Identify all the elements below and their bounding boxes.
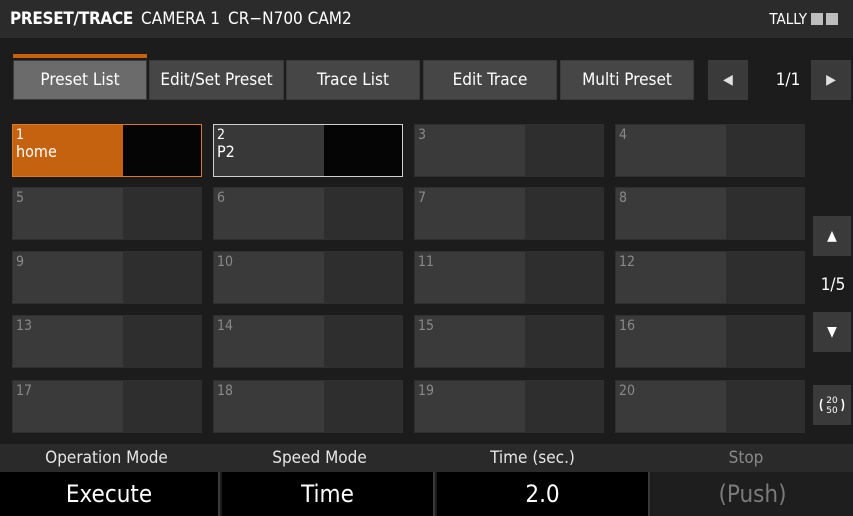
operation-mode-label: Operation Mode bbox=[45, 448, 168, 468]
preset-thumbnail bbox=[525, 188, 603, 239]
operation-mode-button[interactable]: Execute bbox=[0, 472, 220, 516]
preset-number: 19 bbox=[418, 383, 435, 399]
preset-number: 9 bbox=[16, 254, 25, 270]
preset-cell[interactable]: 1 home bbox=[12, 124, 202, 177]
mode-title: PRESET/TRACE bbox=[10, 9, 134, 29]
toggle-bottom-value: 50 bbox=[826, 406, 838, 416]
preset-thumbnail bbox=[324, 252, 402, 303]
speed-mode-label: Speed Mode bbox=[272, 448, 367, 468]
tab-edit-trace[interactable]: Edit Trace bbox=[423, 60, 557, 100]
preset-thumbnail bbox=[726, 381, 804, 432]
preset-name: P2 bbox=[217, 142, 235, 161]
scroll-up-button[interactable]: ▲ bbox=[813, 216, 851, 256]
preset-cell[interactable]: 19 bbox=[414, 380, 604, 433]
preset-cell[interactable]: 13 bbox=[12, 315, 202, 368]
grid-size-toggle-button[interactable]: 20 50 bbox=[813, 385, 851, 425]
preset-cell[interactable]: 4 bbox=[615, 124, 805, 177]
preset-thumbnail bbox=[123, 316, 201, 367]
tab-bar: Preset List Edit/Set Preset Trace List E… bbox=[0, 48, 853, 104]
preset-number: 20 bbox=[619, 383, 636, 399]
preset-cell[interactable]: 17 bbox=[12, 380, 202, 433]
preset-cell[interactable]: 3 bbox=[414, 124, 604, 177]
preset-thumbnail bbox=[726, 188, 804, 239]
tally-label: TALLY bbox=[769, 10, 807, 28]
preset-number: 8 bbox=[619, 190, 628, 206]
stop-button[interactable]: (Push) bbox=[652, 472, 853, 516]
preset-thumbnail bbox=[123, 188, 201, 239]
preset-number: 7 bbox=[418, 190, 427, 206]
preset-thumbnail bbox=[324, 125, 402, 176]
preset-thumbnail bbox=[123, 252, 201, 303]
time-button[interactable]: 2.0 bbox=[437, 472, 650, 516]
preset-number: 10 bbox=[217, 254, 234, 270]
preset-thumbnail bbox=[324, 188, 402, 239]
preset-number: 18 bbox=[217, 383, 234, 399]
preset-thumbnail bbox=[726, 252, 804, 303]
preset-thumbnail bbox=[525, 381, 603, 432]
left-arrow-icon: ◀ bbox=[723, 72, 733, 88]
preset-number: 14 bbox=[217, 318, 234, 334]
preset-number: 13 bbox=[16, 318, 33, 334]
tally-indicator-1 bbox=[811, 13, 823, 25]
preset-thumbnail bbox=[324, 381, 402, 432]
time-label: Time (sec.) bbox=[490, 448, 575, 468]
preset-thumbnail bbox=[525, 316, 603, 367]
model-label: CR−N700 CAM2 bbox=[228, 9, 352, 29]
tab-edit-set-preset[interactable]: Edit/Set Preset bbox=[149, 60, 284, 100]
preset-thumbnail bbox=[123, 125, 201, 176]
up-arrow-icon: ▲ bbox=[827, 228, 837, 244]
header-bar: PRESET/TRACE CAMERA 1 CR−N700 CAM2 TALLY bbox=[0, 0, 853, 38]
prev-page-button[interactable]: ◀ bbox=[708, 60, 748, 100]
camera-label: CAMERA 1 bbox=[141, 9, 221, 29]
speed-mode-button[interactable]: Time bbox=[222, 472, 435, 516]
preset-number: 5 bbox=[16, 190, 25, 206]
preset-number: 1 bbox=[16, 127, 25, 143]
preset-cell[interactable]: 20 bbox=[615, 380, 805, 433]
stop-label: Stop bbox=[728, 448, 764, 468]
preset-number: 11 bbox=[418, 254, 435, 270]
next-page-button[interactable]: ▶ bbox=[811, 60, 851, 100]
preset-name: home bbox=[16, 142, 57, 161]
down-arrow-icon: ▼ bbox=[827, 324, 837, 340]
preset-number: 15 bbox=[418, 318, 435, 334]
preset-thumbnail bbox=[726, 125, 804, 176]
preset-cell[interactable]: 9 bbox=[12, 251, 202, 304]
preset-cell[interactable]: 18 bbox=[213, 380, 403, 433]
preset-number: 3 bbox=[418, 127, 427, 143]
preset-number: 12 bbox=[619, 254, 636, 270]
toggle-top-value: 20 bbox=[826, 396, 838, 406]
preset-cell[interactable]: 12 bbox=[615, 251, 805, 304]
preset-number: 17 bbox=[16, 383, 33, 399]
active-tab-indicator bbox=[13, 54, 147, 58]
preset-cell[interactable]: 16 bbox=[615, 315, 805, 368]
preset-number: 4 bbox=[619, 127, 628, 143]
preset-cell[interactable]: 8 bbox=[615, 187, 805, 240]
preset-thumbnail bbox=[726, 316, 804, 367]
preset-number: 6 bbox=[217, 190, 226, 206]
tab-trace-list[interactable]: Trace List bbox=[286, 60, 420, 100]
preset-cell[interactable]: 10 bbox=[213, 251, 403, 304]
preset-cell[interactable]: 5 bbox=[12, 187, 202, 240]
preset-number: 2 bbox=[217, 127, 226, 143]
preset-thumbnail bbox=[525, 252, 603, 303]
tab-page-indicator: 1/1 bbox=[775, 70, 801, 90]
preset-cell[interactable]: 6 bbox=[213, 187, 403, 240]
tab-multi-preset[interactable]: Multi Preset bbox=[560, 60, 694, 100]
20-50-toggle-icon: 20 50 bbox=[819, 396, 845, 416]
preset-number: 16 bbox=[619, 318, 636, 334]
preset-cell[interactable]: 15 bbox=[414, 315, 604, 368]
tally-indicator-2 bbox=[826, 13, 838, 25]
preset-cell[interactable]: 7 bbox=[414, 187, 604, 240]
grid-page-indicator: 1/5 bbox=[820, 275, 846, 295]
tab-preset-list[interactable]: Preset List bbox=[13, 60, 147, 100]
preset-cell[interactable]: 2 P2 bbox=[213, 124, 403, 177]
preset-cell[interactable]: 11 bbox=[414, 251, 604, 304]
scroll-down-button[interactable]: ▼ bbox=[813, 312, 851, 352]
bottom-label-bar: Operation Mode Speed Mode Time (sec.) St… bbox=[0, 444, 853, 472]
preset-thumbnail bbox=[123, 381, 201, 432]
preset-thumbnail bbox=[324, 316, 402, 367]
preset-cell[interactable]: 14 bbox=[213, 315, 403, 368]
right-arrow-icon: ▶ bbox=[826, 72, 836, 88]
preset-thumbnail bbox=[525, 125, 603, 176]
